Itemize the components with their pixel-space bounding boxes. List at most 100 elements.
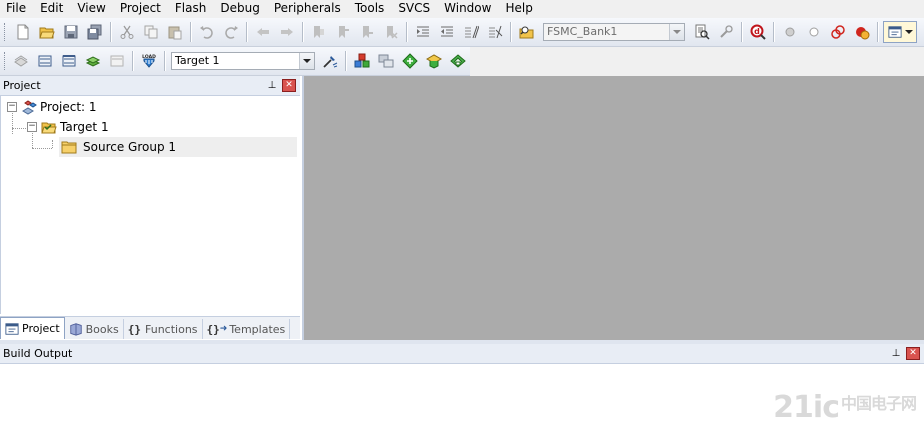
toolbar-separator — [345, 51, 347, 71]
tree-connector — [12, 128, 26, 129]
menu-file[interactable]: File — [0, 0, 33, 18]
bookmark-next-icon[interactable] — [356, 21, 378, 43]
new-file-icon[interactable] — [12, 21, 34, 43]
chevron-down-icon — [303, 59, 311, 63]
target-combo-value: Target 1 — [175, 54, 220, 67]
menu-svcs[interactable]: SVCS — [391, 0, 437, 18]
svg-text:d: d — [754, 27, 760, 36]
functions-icon: {} — [127, 322, 141, 336]
pin-icon[interactable]: ⊥ — [890, 348, 902, 359]
chevron-down-icon — [904, 30, 913, 34]
tab-functions[interactable]: {} Functions — [124, 319, 203, 339]
books-icon — [69, 323, 82, 336]
tree-item-project[interactable]: − Project: 1 — [7, 97, 97, 117]
find-in-files-icon[interactable] — [516, 21, 538, 43]
toolbar-separator — [164, 51, 166, 71]
toolbar-empty-area — [470, 47, 924, 76]
chevron-down-icon — [673, 30, 681, 34]
menu-help[interactable]: Help — [498, 0, 539, 18]
collapse-icon[interactable]: − — [27, 122, 37, 132]
build-output-title: Build Output — [3, 347, 73, 360]
breakpoint-icon[interactable] — [779, 21, 801, 43]
menu-project[interactable]: Project — [113, 0, 168, 18]
find-combo-arrow[interactable] — [669, 24, 684, 40]
download-icon[interactable]: LOAD — [138, 50, 160, 72]
toolbar-grip[interactable] — [4, 23, 8, 41]
save-icon[interactable] — [60, 21, 82, 43]
cut-icon[interactable] — [116, 21, 138, 43]
target-folder-icon — [41, 119, 57, 135]
menu-view[interactable]: View — [70, 0, 112, 18]
collapse-icon[interactable]: − — [7, 102, 17, 112]
stop-build-icon[interactable] — [106, 50, 128, 72]
menu-window[interactable]: Window — [437, 0, 498, 18]
paste-icon[interactable] — [164, 21, 186, 43]
translate-icon[interactable] — [10, 50, 32, 72]
toolbar-separator — [773, 22, 775, 42]
menu-debug[interactable]: Debug — [213, 0, 266, 18]
open-folder-icon[interactable] — [36, 21, 58, 43]
menu-tools[interactable]: Tools — [348, 0, 392, 18]
comment-icon[interactable] — [460, 21, 482, 43]
tree-item-source-group[interactable]: Source Group 1 — [59, 137, 297, 157]
incremental-find-icon[interactable] — [715, 21, 737, 43]
select-software-packs-icon[interactable] — [399, 50, 421, 72]
file-toolbar: FSMC_Bank1 d — [0, 18, 924, 47]
build-toolbar: LOAD Target 1 — [0, 47, 471, 76]
menu-flash[interactable]: Flash — [168, 0, 213, 18]
bookmark-prev-icon[interactable] — [332, 21, 354, 43]
debug-session-icon[interactable]: d — [747, 21, 769, 43]
close-icon[interactable]: ✕ — [282, 79, 296, 92]
tab-books[interactable]: Books — [65, 319, 124, 339]
pin-icon[interactable]: ⊥ — [266, 80, 278, 91]
unindent-icon[interactable] — [436, 21, 458, 43]
nav-back-icon[interactable] — [252, 21, 274, 43]
breakpoint-kill-icon[interactable] — [827, 21, 849, 43]
indent-icon[interactable] — [412, 21, 434, 43]
target-combo[interactable]: Target 1 — [171, 52, 315, 70]
tab-templates[interactable]: {} ➜ Templates — [203, 319, 291, 339]
pack-installer-icon[interactable] — [423, 50, 445, 72]
toolbar-separator — [132, 51, 134, 71]
folder-icon — [61, 139, 77, 155]
build-output-header: Build Output ⊥ ✕ — [0, 344, 924, 364]
breakpoint-kill-all-icon[interactable] — [851, 21, 873, 43]
breakpoint-disable-icon[interactable] — [803, 21, 825, 43]
run-time-environment-icon[interactable] — [447, 50, 469, 72]
find-icon[interactable] — [691, 21, 713, 43]
bookmark-clear-icon[interactable] — [380, 21, 402, 43]
project-pane: Project ⊥ ✕ − Project: 1 − Target 1 Sour… — [0, 76, 304, 340]
redo-icon[interactable] — [220, 21, 242, 43]
close-icon[interactable]: ✕ — [906, 347, 920, 360]
uncomment-icon[interactable] — [484, 21, 506, 43]
target-options-icon[interactable] — [319, 50, 341, 72]
save-all-icon[interactable] — [84, 21, 106, 43]
toolbar-separator — [406, 22, 408, 42]
find-combo[interactable]: FSMC_Bank1 — [543, 23, 685, 41]
window-layout-icon[interactable] — [883, 21, 917, 43]
menu-edit[interactable]: Edit — [33, 0, 70, 18]
tab-label: Functions — [145, 322, 198, 336]
watermark-logo: 21ic 中国电子网 — [773, 390, 917, 425]
tree-connector — [32, 148, 52, 149]
find-combo-value: FSMC_Bank1 — [547, 25, 618, 38]
toolbar-separator — [246, 22, 248, 42]
target-combo-arrow[interactable] — [299, 53, 314, 69]
nav-forward-icon[interactable] — [276, 21, 298, 43]
file-extensions-icon[interactable] — [375, 50, 397, 72]
menu-peripherals[interactable]: Peripherals — [267, 0, 348, 18]
rebuild-icon[interactable] — [58, 50, 80, 72]
toolbar-grip[interactable] — [4, 52, 6, 70]
bookmark-icon[interactable] — [308, 21, 330, 43]
undo-icon[interactable] — [196, 21, 218, 43]
copy-icon[interactable] — [140, 21, 162, 43]
batch-build-icon[interactable] — [82, 50, 104, 72]
build-icon[interactable] — [34, 50, 56, 72]
toolbar-separator — [877, 22, 879, 42]
tree-connector — [52, 140, 53, 148]
watermark-sub: 中国电子网 — [840, 394, 917, 413]
manage-components-icon[interactable] — [351, 50, 373, 72]
editor-area[interactable] — [304, 76, 924, 340]
tab-project[interactable]: Project — [0, 317, 65, 339]
tree-item-target[interactable]: − Target 1 — [27, 117, 109, 137]
